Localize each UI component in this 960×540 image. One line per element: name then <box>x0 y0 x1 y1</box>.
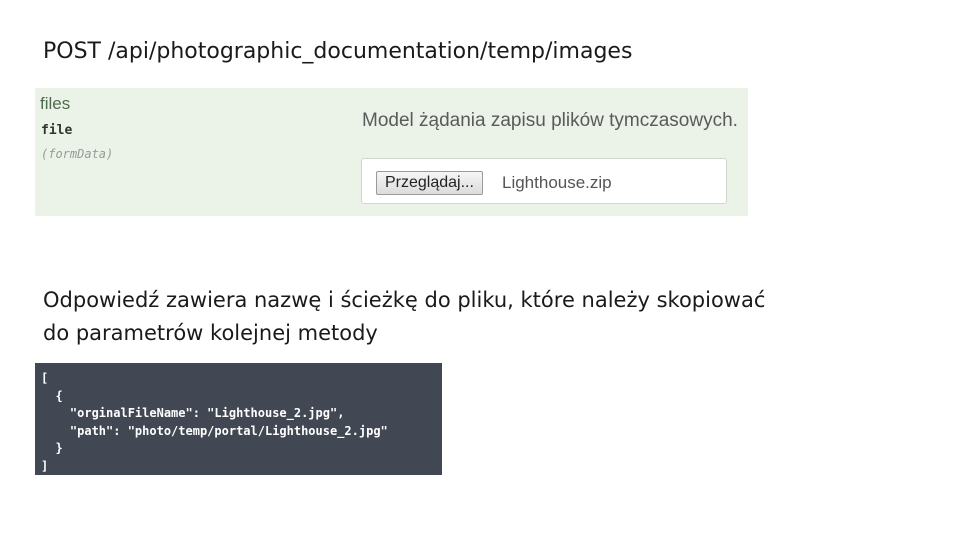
code-line: } <box>41 441 63 455</box>
code-line: "orginalFileName": "Lighthouse_2.jpg", <box>41 406 345 420</box>
code-line: ] <box>41 458 49 473</box>
response-code-block: [ { "orginalFileName": "Lighthouse_2.jpg… <box>35 363 442 475</box>
parameter-name: files <box>40 94 71 113</box>
parameter-panel: files file (formData) Model żądania zapi… <box>35 88 748 216</box>
response-description: Odpowiedź zawiera nazwę i ścieżkę do pli… <box>43 284 923 350</box>
selected-file-name: Lighthouse.zip <box>502 173 612 192</box>
description-line: Odpowiedź zawiera nazwę i ścieżkę do pli… <box>43 288 766 312</box>
code-line: "path": "photo/temp/portal/Lighthouse_2.… <box>41 423 388 438</box>
parameter-description: Model żądania zapisu plików tymczasowych… <box>362 110 738 131</box>
endpoint-title: POST /api/photographic_documentation/tem… <box>43 39 633 64</box>
code-line: [ <box>41 371 49 385</box>
parameter-location: (formData) <box>41 147 114 161</box>
parameter-type: file <box>41 123 73 138</box>
description-line: do parametrów kolejnej metody <box>43 321 378 345</box>
file-input[interactable]: Przeglądaj... Lighthouse.zip <box>361 158 727 204</box>
code-line: { <box>41 388 63 403</box>
browse-button[interactable]: Przeglądaj... <box>376 171 483 195</box>
